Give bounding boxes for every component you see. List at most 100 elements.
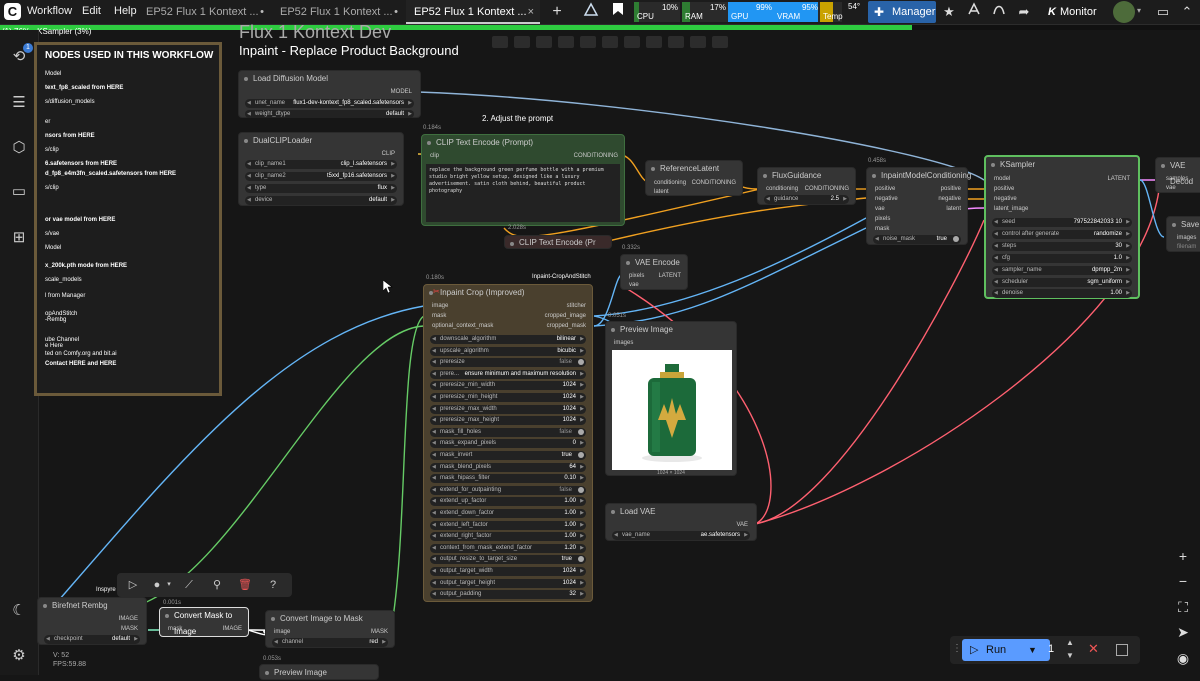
widget-preresize-min-width[interactable]: preresize_min_width 1024 [430,381,586,391]
slot-vae-input[interactable]: vae [629,282,639,288]
trash-icon[interactable]: 🗑 [237,577,253,593]
node-vae-encode[interactable]: VAE Encode pixels vae LATENT [620,254,688,290]
civitai-icon[interactable] [988,2,1010,22]
widget-extend-right-factor[interactable]: extend_right_factor 1.00 [430,532,586,542]
slot-conditioning-output[interactable]: CONDITIONING [574,153,618,159]
slot-latent-output[interactable]: latent [946,206,961,212]
slot-mask-input[interactable]: mask [875,226,889,232]
widget-mask-fill-holes[interactable]: mask_fill_holes false [430,427,586,437]
widget-denoise[interactable]: denoise 1.00 [992,289,1132,298]
close-tab-icon[interactable]: × [528,0,534,24]
comfy-icon[interactable] [963,2,985,22]
zoom-in-icon[interactable]: + [1172,545,1194,567]
widget-extend-for-outpainting[interactable]: extend_for_outpainting false [430,485,586,495]
folder-icon[interactable]: ▭ [9,182,29,202]
widget-output-padding[interactable]: output_padding 32 [430,590,586,600]
widget-channel[interactable]: channel red [272,638,388,647]
widget-device[interactable]: device default [245,196,397,205]
slot-latent-image-input[interactable]: latent_image [994,206,1028,212]
tab-workflow-1[interactable]: EP52 Flux 1 Kontext ... • [138,0,270,24]
widget-context-from-mask-extend-factor[interactable]: context_from_mask_extend_factor 1.20 [430,543,586,553]
slot-image-output[interactable]: IMAGE [119,616,138,622]
widget-extend-up-factor[interactable]: extend_up_factor 1.00 [430,497,586,507]
slot-cropped-mask-output[interactable]: cropped_mask [547,323,586,329]
add-tab-button[interactable]: + [546,2,568,22]
node-flux-guidance[interactable]: FluxGuidance conditioning CONDITIONING g… [757,167,856,205]
bookmark-icon[interactable] [607,2,629,22]
chevron-down-icon[interactable]: ▾ [1137,6,1141,15]
slot-clip-output[interactable]: CLIP [382,151,395,157]
widget-mask-expand-pixels[interactable]: mask_expand_pixels 0 [430,439,586,449]
widget-checkpoint[interactable]: checkpoint default [44,635,140,644]
play-icon[interactable]: ▷ [125,577,141,593]
comfy-logo-icon[interactable]: C [4,3,21,20]
widget-output-resize-to-target-size[interactable]: output_resize_to_target_size true [430,555,586,565]
moon-icon[interactable]: ☾ [9,601,29,621]
slot-image-output[interactable]: IMAGE [223,626,242,632]
preview-image[interactable] [612,350,732,470]
widget-sampler-name[interactable]: sampler_name dpmpp_2m [992,266,1132,275]
align-icon[interactable] [712,36,728,48]
widget-guidance[interactable]: guidance 2.5 [764,195,849,204]
slot-mask-input[interactable]: mask [432,313,446,319]
align-icon[interactable] [492,36,508,48]
widget-mask-blend-pixels[interactable]: mask_blend_pixels 64 [430,462,586,472]
slot-latent-input[interactable]: latent [654,189,669,195]
batch-count[interactable]: 1 [1048,643,1054,655]
widget-clip-name1[interactable]: clip_name1 clip_l.safetensors [245,160,397,169]
widget-control-after-generate[interactable]: control after generate randomize [992,230,1132,239]
menu-workflow[interactable]: Workflow [27,5,72,17]
align-icon[interactable] [646,36,662,48]
slot-latent-output[interactable]: LATENT [1107,176,1130,182]
share-icon[interactable]: ➦ [1013,2,1035,22]
decrement-icon[interactable]: ▼ [1066,651,1074,660]
node-vae-decode[interactable]: VAE Decod samples vae [1155,157,1200,193]
widget-seed[interactable]: seed 797522842033 10 [992,218,1132,227]
slot-model-input[interactable]: model [994,176,1010,182]
node-clip-text-encode[interactable]: CLIP Text Encode (Prompt) clip CONDITION… [421,134,625,226]
align-icon[interactable] [624,36,640,48]
widget-clip-name2[interactable]: clip_name2 t5xxl_fp16.safetensors [245,172,397,181]
note-panel[interactable]: NODES USED IN THIS WORKFLOW Model text_fp… [34,42,222,396]
node-inpaint-model-conditioning[interactable]: InpaintModelConditioning positive negati… [866,167,971,245]
run-button[interactable]: ▷ Run ▼ [962,639,1050,661]
align-icon[interactable] [514,36,530,48]
slot-conditioning-output[interactable]: CONDITIONING [805,186,849,192]
widget-prere-[interactable]: prere... ensure minimum and maximum resol… [430,369,586,379]
star-icon[interactable]: ★ [938,2,960,22]
slot-images-input[interactable]: images [1177,235,1196,241]
widget-weight-dtype[interactable]: weight_dtype default [245,110,414,119]
widget-mask-invert[interactable]: mask_invert true [430,451,586,460]
widget-filename[interactable]: filenam [1177,244,1196,250]
slot-clip-input[interactable]: clip [430,153,439,159]
widget-type[interactable]: type flux [245,184,397,193]
cube-icon[interactable]: ⬡ [9,138,29,158]
widget-mask-hipass-filter[interactable]: mask_hipass_filter 0.10 [430,474,586,484]
queue-icon[interactable] [580,2,602,22]
cancel-icon[interactable]: ✕ [1088,641,1099,657]
node-ksampler[interactable]: KSampler model positive negative latent_… [984,155,1140,299]
slot-pixels-input[interactable]: pixels [629,273,644,279]
align-icon[interactable] [690,36,706,48]
slot-positive-output[interactable]: positive [941,186,961,192]
slot-samples-input[interactable]: samples [1166,176,1188,182]
avatar[interactable] [1113,1,1135,23]
manager-button[interactable]: ✚ Manager [868,1,936,23]
eye-icon[interactable]: ◉ [1172,647,1194,669]
workflow-tree-icon[interactable]: ⊞ [9,228,29,248]
slot-image-input[interactable]: image [274,629,290,635]
slot-positive-input[interactable]: positive [994,186,1014,192]
slot-negative-input[interactable]: negative [994,196,1017,202]
slot-conditioning-input[interactable]: conditioning [654,180,686,186]
node-clip-text-encode-negative[interactable]: CLIP Text Encode (Pr [504,235,612,249]
drag-handle-icon[interactable]: ⋮ [952,643,962,654]
slot-context-mask-input[interactable]: optional_context_mask [432,323,493,329]
tab-workflow-2[interactable]: EP52 Flux 1 Kontext ... • [272,0,404,24]
widget-upscale-algorithm[interactable]: upscale_algorithm bicubic [430,346,586,356]
node-reference-latent[interactable]: ReferenceLatent conditioning CONDITIONIN… [645,160,743,196]
fit-view-icon[interactable]: ⛶ [1172,596,1194,618]
queue-list-icon[interactable]: ☰ [9,93,29,113]
slot-latent-output[interactable]: LATENT [658,273,681,279]
widget-cfg[interactable]: cfg 1.0 [992,254,1132,263]
widget-output-target-height[interactable]: output_target_height 1024 [430,578,586,588]
